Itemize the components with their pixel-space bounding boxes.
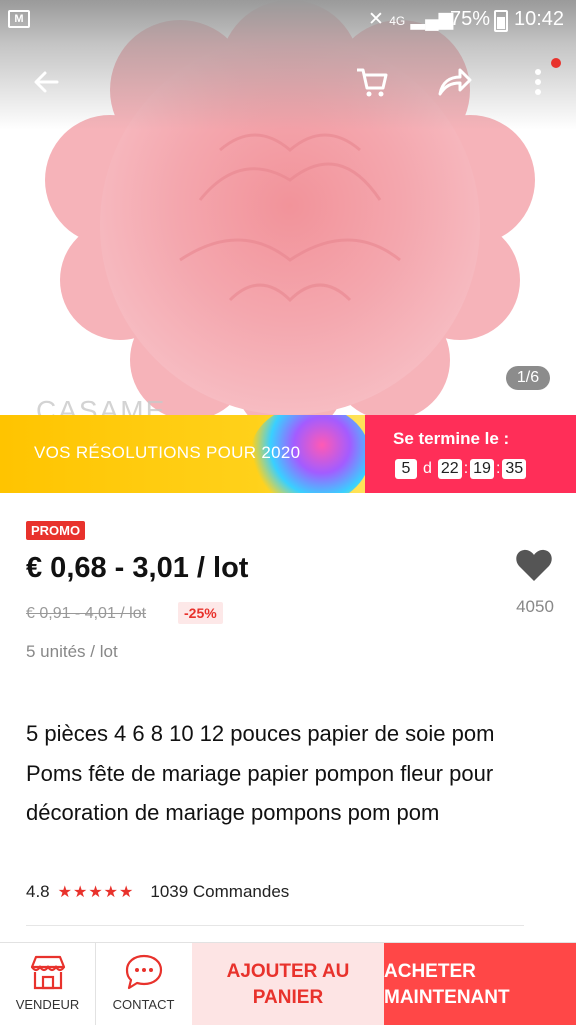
share-button[interactable] — [432, 60, 476, 104]
product-price: € 0,68 - 3,01 / lot — [26, 552, 249, 584]
share-icon — [438, 68, 472, 96]
promo-badge: PROMO — [26, 521, 86, 540]
bottom-action-bar: VENDEUR CONTACT AJOUTER AU PANIER ACHETE… — [0, 942, 576, 1025]
gmail-notification-icon: M — [8, 10, 30, 28]
seller-label: VENDEUR — [15, 997, 80, 1012]
discount-badge: -25% — [178, 602, 223, 624]
contact-label: CONTACT — [112, 997, 175, 1012]
back-button[interactable] — [24, 60, 68, 104]
rating-row[interactable]: 4.8 ★★★★★ 1039 Commandes — [26, 882, 289, 902]
wishlist-button[interactable] — [515, 548, 553, 587]
timer-day-unit: d — [423, 460, 432, 477]
timer-minutes: 19 — [470, 459, 494, 479]
rating-value: 4.8 — [26, 882, 50, 901]
banner-campaign: VOS RÉSOLUTIONS POUR 2020 — [0, 415, 370, 493]
battery-percent: 75% — [450, 8, 491, 30]
timer-days: 5 — [395, 459, 417, 479]
product-title: 5 pièces 4 6 8 10 12 pouces papier de so… — [26, 721, 495, 825]
signal-icon: ✕ 4G ▂▄▆ — [368, 8, 453, 31]
buy-label-line2: MAINTENANT — [384, 987, 510, 1008]
more-vert-icon — [535, 69, 541, 95]
contact-button[interactable]: CONTACT — [96, 943, 191, 1025]
countdown-timer: 5 d 22 : 19 : 35 — [395, 459, 527, 479]
battery-icon — [494, 10, 508, 32]
wishlist-count: 4050 — [516, 597, 554, 616]
heart-icon — [516, 549, 552, 581]
orders-count: 1039 Commandes — [150, 882, 290, 901]
cart-icon — [357, 68, 388, 97]
promo-banner[interactable]: VOS RÉSOLUTIONS POUR 2020 Se termine le … — [0, 415, 576, 493]
add-cart-label-line2: PANIER — [252, 987, 324, 1008]
seller-button[interactable]: VENDEUR — [0, 943, 95, 1025]
countdown-label: Se termine le : — [393, 429, 510, 448]
add-cart-label-line1: AJOUTER AU — [226, 961, 350, 982]
rating-stars: ★★★★★ — [57, 884, 135, 901]
original-price: € 0,91 - 4,01 / lot — [26, 605, 147, 622]
buy-now-button[interactable]: ACHETER MAINTENANT — [384, 943, 576, 1025]
banner-text: VOS RÉSOLUTIONS POUR 2020 — [34, 443, 301, 462]
notification-dot — [551, 58, 561, 68]
product-image-gallery[interactable]: CASAME 1/6 — [0, 0, 576, 415]
add-to-cart-button[interactable]: AJOUTER AU PANIER — [192, 943, 384, 1025]
cart-button[interactable] — [350, 60, 394, 104]
timer-hours: 22 — [437, 459, 462, 479]
network-type: 4G — [389, 14, 406, 28]
signal-bars-icon: ▂▄▆ — [410, 9, 454, 30]
image-counter: 1/6 — [506, 366, 550, 390]
buy-label-line1: ACHETER — [384, 961, 476, 982]
image-watermark: CASAME — [36, 395, 167, 415]
status-bar: M ✕ 4G ▂▄▆ 75% 10:42 — [0, 0, 576, 40]
units-per-lot: 5 unités / lot — [26, 642, 118, 661]
store-icon — [30, 955, 66, 990]
timer-seconds: 35 — [502, 459, 527, 479]
back-arrow-icon — [34, 71, 59, 93]
clock: 10:42 — [514, 8, 565, 30]
divider — [26, 925, 524, 926]
banner-countdown: Se termine le : 5 d 22 : 19 : 35 — [365, 415, 576, 493]
mute-icon: ✕ — [368, 9, 384, 30]
chat-icon — [125, 954, 163, 990]
